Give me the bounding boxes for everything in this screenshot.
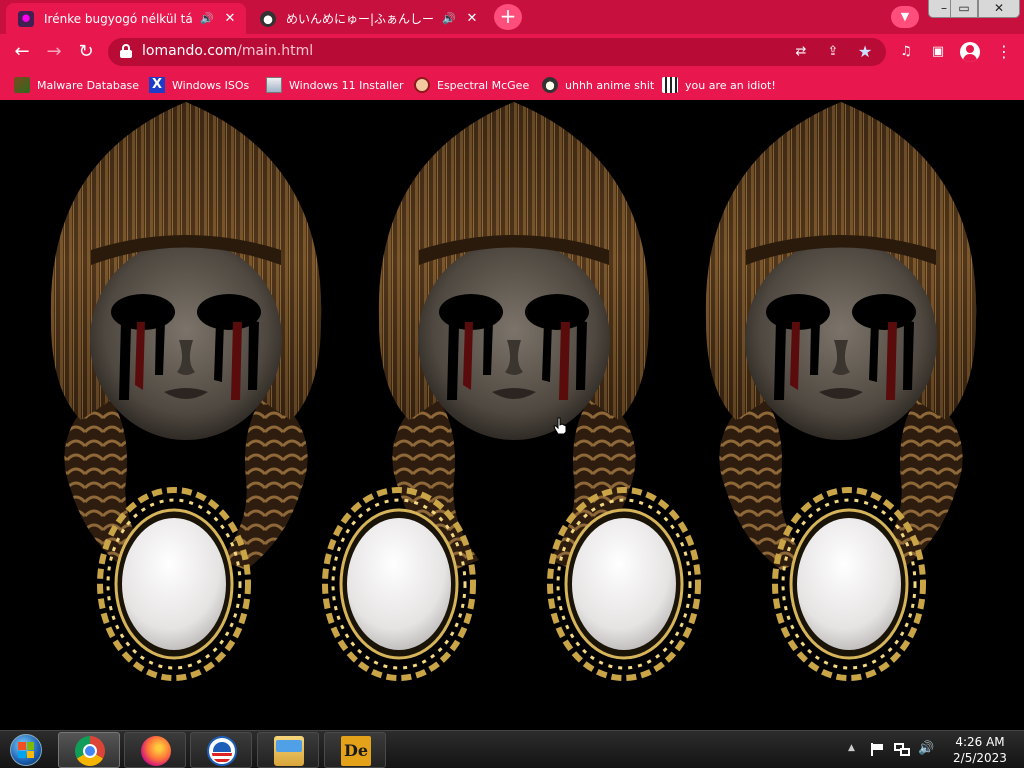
bookmarks-bar: Malware Database X Windows ISOs Windows 1…: [0, 70, 1024, 100]
screen: Irénke bugyogó nélkül táncol 🔊 ✕ めいんめにゅー…: [0, 0, 1024, 768]
system-clock[interactable]: 4:26 AM 2/5/2023: [944, 734, 1016, 766]
bookmark-label: you are an idiot!: [685, 78, 776, 92]
volume-icon[interactable]: 🔊: [918, 741, 934, 756]
purple-face-icon: [18, 10, 34, 27]
tab-strip: Irénke bugyogó nélkül táncol 🔊 ✕ めいんめにゅー…: [0, 0, 1024, 34]
tab-inactive[interactable]: めいんめにゅー|ふぁんしーあいらんど 🔊 ✕: [248, 3, 488, 34]
de-app-icon: De: [341, 736, 371, 766]
share-icon[interactable]: ⇪: [824, 43, 842, 61]
speaker-icon[interactable]: 🔊: [200, 12, 214, 25]
bookmark-star-icon[interactable]: ★: [856, 43, 874, 61]
taskbar-de-app[interactable]: De: [324, 732, 386, 768]
ornate-mirror-icon: [322, 487, 476, 681]
url-path: /main.html: [237, 43, 314, 59]
start-button[interactable]: [6, 732, 46, 768]
taskbar-firefox[interactable]: [124, 732, 186, 768]
url-domain: lomando.com: [142, 43, 238, 59]
taskbar: De ▲ 🔊 4:26 AM 2/5/2023: [0, 730, 1024, 768]
profile-avatar[interactable]: [960, 42, 980, 62]
bookmark-label: Malware Database: [37, 78, 140, 92]
taskbar-file-explorer[interactable]: [257, 732, 319, 768]
bookmark-windows-11-installer[interactable]: Windows 11 Installer: [266, 76, 404, 94]
ornate-mirror-icon: [772, 487, 926, 681]
bookmark-label: uhhh anime shit: [565, 78, 655, 92]
bookmark-espectral-mcgee[interactable]: Espectral McGee: [414, 76, 529, 94]
idiot-icon: [662, 77, 678, 93]
url-text[interactable]: lomando.com/main.html: [142, 43, 313, 59]
bookmark-malware-database[interactable]: Malware Database: [14, 76, 139, 94]
mirror-button[interactable]: [771, 486, 927, 682]
windows-flag-icon: [18, 742, 34, 758]
ornate-mirror-icon: [97, 487, 251, 681]
bookmark-label: Espectral McGee: [437, 78, 530, 92]
kebab-menu-icon[interactable]: ⋮: [994, 43, 1014, 61]
browser-toolbar: ← → ↻ lomando.com/main.html ⇄ ⇪ ★ ♫ ▣ ⋮: [0, 34, 1024, 70]
tab-active[interactable]: Irénke bugyogó nélkül táncol 🔊 ✕: [6, 3, 246, 34]
bookmark-you-are-an-idiot[interactable]: you are an idiot!: [662, 76, 776, 94]
x-icon: X: [149, 77, 165, 93]
network-icon[interactable]: [894, 743, 910, 757]
speaker-icon[interactable]: 🔊: [442, 12, 456, 25]
new-tab-button[interactable]: +: [494, 4, 522, 30]
close-icon[interactable]: ✕: [464, 11, 480, 26]
reload-button[interactable]: ↻: [74, 41, 98, 63]
taskbar-chrome[interactable]: [58, 732, 120, 768]
show-hidden-icons-arrow[interactable]: ▲: [848, 743, 855, 753]
obama-logo-icon: [207, 736, 237, 766]
bookmark-windows-isos[interactable]: X Windows ISOs: [149, 76, 249, 94]
anime-face-icon: [260, 10, 276, 27]
ornate-mirror-icon: [547, 487, 701, 681]
mirror-button[interactable]: [321, 486, 477, 682]
close-window-button[interactable]: ✕: [978, 0, 1020, 18]
firefox-icon: [141, 736, 171, 766]
clock-date: 2/5/2023: [953, 751, 1007, 765]
anime-icon: [542, 77, 558, 93]
forward-button[interactable]: →: [42, 41, 66, 63]
bookmark-label: Windows ISOs: [172, 78, 250, 92]
taskbar-obama-app[interactable]: [190, 732, 252, 768]
translate-icon[interactable]: ⇄: [792, 43, 810, 61]
hand-cursor-icon: [553, 417, 567, 435]
malware-icon: [14, 77, 30, 93]
bookmark-label: Windows 11 Installer: [289, 78, 404, 92]
face-icon: [414, 77, 430, 93]
lock-icon[interactable]: [120, 44, 132, 58]
close-icon[interactable]: ✕: [222, 11, 238, 26]
file-explorer-icon: [274, 736, 304, 766]
installer-icon: [266, 77, 282, 93]
mirror-button[interactable]: [546, 486, 702, 682]
bookmark-anime[interactable]: uhhh anime shit: [542, 76, 654, 94]
action-center-flag-icon[interactable]: [870, 743, 884, 756]
media-control-icon[interactable]: ♫: [896, 43, 916, 61]
maximize-button[interactable]: ▭: [950, 0, 978, 18]
address-bar[interactable]: lomando.com/main.html ⇄ ⇪ ★: [108, 38, 886, 66]
side-panel-icon[interactable]: ▣: [928, 43, 948, 61]
clock-time: 4:26 AM: [955, 735, 1005, 749]
chrome-icon: [75, 736, 105, 766]
tab-title: めいんめにゅー|ふぁんしーあいらんど: [286, 12, 435, 26]
page-content[interactable]: [0, 100, 1024, 730]
back-button[interactable]: ←: [10, 41, 34, 63]
tab-title: Irénke bugyogó nélkül táncol: [44, 11, 193, 26]
mirror-button[interactable]: [96, 486, 252, 682]
chevron-down-icon[interactable]: ▼: [891, 6, 919, 28]
